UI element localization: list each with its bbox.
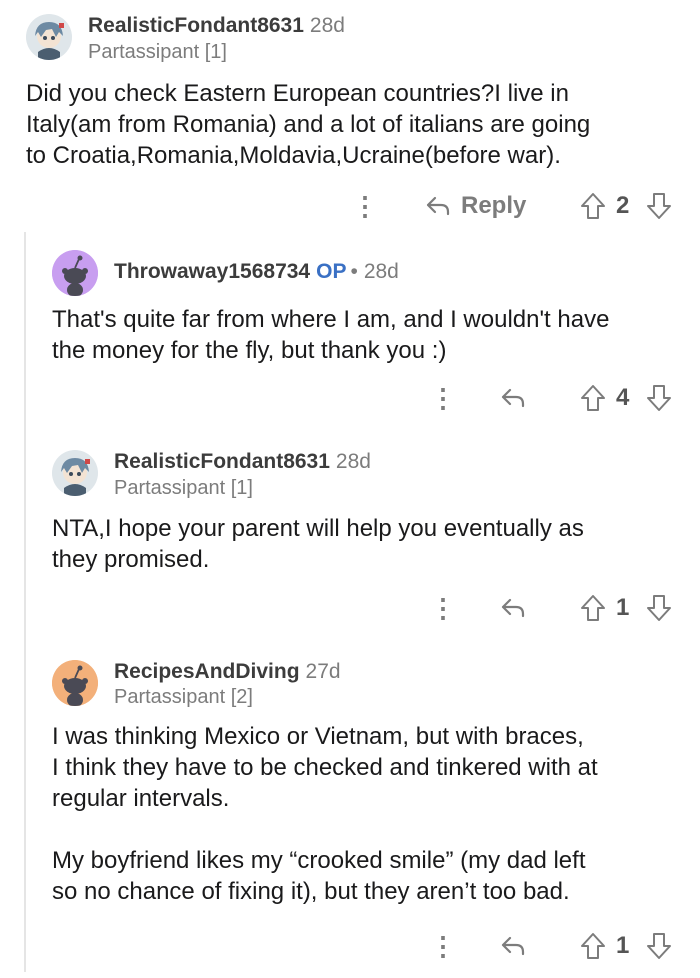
avatar[interactable] xyxy=(52,450,98,496)
separator: • xyxy=(350,260,358,283)
comment-body: I was thinking Mexico or Vietnam, but wi… xyxy=(52,721,598,907)
more-options-icon[interactable]: ⋮ xyxy=(430,926,456,966)
anime-avatar-icon xyxy=(52,450,98,496)
more-options-icon[interactable]: ⋮ xyxy=(430,378,456,418)
reply-arrow-icon xyxy=(501,388,525,408)
comment-3: RealisticFondant8631 28d Partassipant [1]… xyxy=(0,442,700,652)
username-text[interactable]: RealisticFondant8631 xyxy=(88,14,304,37)
upvote-arrow-icon xyxy=(581,385,605,411)
upvote-arrow-icon xyxy=(581,193,605,219)
upvote-arrow-icon xyxy=(581,595,605,621)
username-text[interactable]: Throwaway1568734 xyxy=(114,260,310,283)
comment-body: That's quite far from where I am, and I … xyxy=(52,304,609,366)
user-flair: Partassipant [2] xyxy=(114,686,253,708)
reply-button[interactable] xyxy=(500,588,526,628)
upvote-button[interactable] xyxy=(580,926,606,966)
comment-line: That's quite far from where I am, and I … xyxy=(52,306,610,333)
comment-line: the money for the fly, but thank you :) xyxy=(52,337,447,364)
upvote-button[interactable] xyxy=(580,186,606,226)
comment-body: NTA,I hope your parent will help you eve… xyxy=(52,513,584,575)
comment-line: so no chance of fixing it), but they are… xyxy=(52,878,570,905)
more-options-icon[interactable]: ⋮ xyxy=(352,186,378,226)
comment-line: to Croatia,Romania,Moldavia,Ucraine(befo… xyxy=(26,142,561,169)
user-flair: Partassipant [1] xyxy=(88,41,227,63)
downvote-arrow-icon xyxy=(647,933,671,959)
reply-button[interactable] xyxy=(500,378,526,418)
op-badge: OP xyxy=(316,260,347,283)
vote-count: 2 xyxy=(616,192,630,219)
reply-button[interactable] xyxy=(500,926,526,966)
comment-line: they promised. xyxy=(52,546,210,573)
downvote-button[interactable] xyxy=(646,926,672,966)
vote-count: 1 xyxy=(616,932,630,959)
reply-label: Reply xyxy=(461,192,527,219)
reply-arrow-icon xyxy=(501,598,525,618)
comment-line: NTA,I hope your parent will help you eve… xyxy=(52,515,584,542)
comment-line: I was thinking Mexico or Vietnam, but wi… xyxy=(52,723,584,750)
username[interactable]: RealisticFondant8631 28d xyxy=(88,14,345,38)
upvote-button[interactable] xyxy=(580,588,606,628)
vote-count: 4 xyxy=(616,384,630,411)
downvote-button[interactable] xyxy=(646,588,672,628)
snoo-avatar-icon xyxy=(52,250,98,296)
timestamp: 27d xyxy=(305,660,341,683)
comment-line-blank xyxy=(52,814,598,845)
upvote-arrow-icon xyxy=(581,933,605,959)
comment-line: regular intervals. xyxy=(52,785,230,812)
comment-actions: ⋮ 4 xyxy=(0,378,700,418)
downvote-button[interactable] xyxy=(646,378,672,418)
username-text[interactable]: RecipesAndDiving xyxy=(114,660,300,683)
avatar[interactable] xyxy=(26,14,72,60)
user-flair: Partassipant [1] xyxy=(114,477,253,499)
comment-line: Italy(am from Romania) and a lot of ital… xyxy=(26,111,591,138)
username[interactable]: RealisticFondant8631 28d xyxy=(114,450,371,474)
comment-actions: ⋮ 1 xyxy=(0,926,700,966)
more-options-icon[interactable]: ⋮ xyxy=(430,588,456,628)
downvote-button[interactable] xyxy=(646,186,672,226)
anime-avatar-icon xyxy=(26,14,72,60)
reply-button[interactable]: Reply xyxy=(425,186,526,226)
upvote-button[interactable] xyxy=(580,378,606,418)
comment-line: My boyfriend likes my “crooked smile” (m… xyxy=(52,847,586,874)
timestamp: 28d xyxy=(335,450,371,473)
comment-line: Did you check Eastern European countries… xyxy=(26,80,569,107)
snoo-avatar-icon xyxy=(52,660,98,706)
downvote-arrow-icon xyxy=(647,193,671,219)
comment-1: RealisticFondant8631 28d Partassipant [1]… xyxy=(0,0,700,232)
timestamp: 28d xyxy=(309,14,345,37)
comment-line: I think they have to be checked and tink… xyxy=(52,754,598,781)
comment-actions: ⋮ Reply 2 xyxy=(0,186,700,226)
avatar[interactable] xyxy=(52,250,98,296)
username[interactable]: RecipesAndDiving 27d xyxy=(114,660,341,684)
timestamp: 28d xyxy=(363,260,399,283)
username-text[interactable]: RealisticFondant8631 xyxy=(114,450,330,473)
reply-arrow-icon xyxy=(501,936,525,956)
comment-2: Throwaway1568734 OP • 28d That's quite far … xyxy=(0,232,700,442)
vote-count: 1 xyxy=(616,594,630,621)
downvote-arrow-icon xyxy=(647,595,671,621)
comment-body: Did you check Eastern European countries… xyxy=(26,78,590,171)
comment-actions: ⋮ 1 xyxy=(0,588,700,628)
comment-4: RecipesAndDiving 27d Partassipant [2] I w… xyxy=(0,652,700,978)
reply-arrow-icon xyxy=(426,196,450,216)
avatar[interactable] xyxy=(52,660,98,706)
username[interactable]: Throwaway1568734 OP • 28d xyxy=(114,260,399,284)
downvote-arrow-icon xyxy=(647,385,671,411)
